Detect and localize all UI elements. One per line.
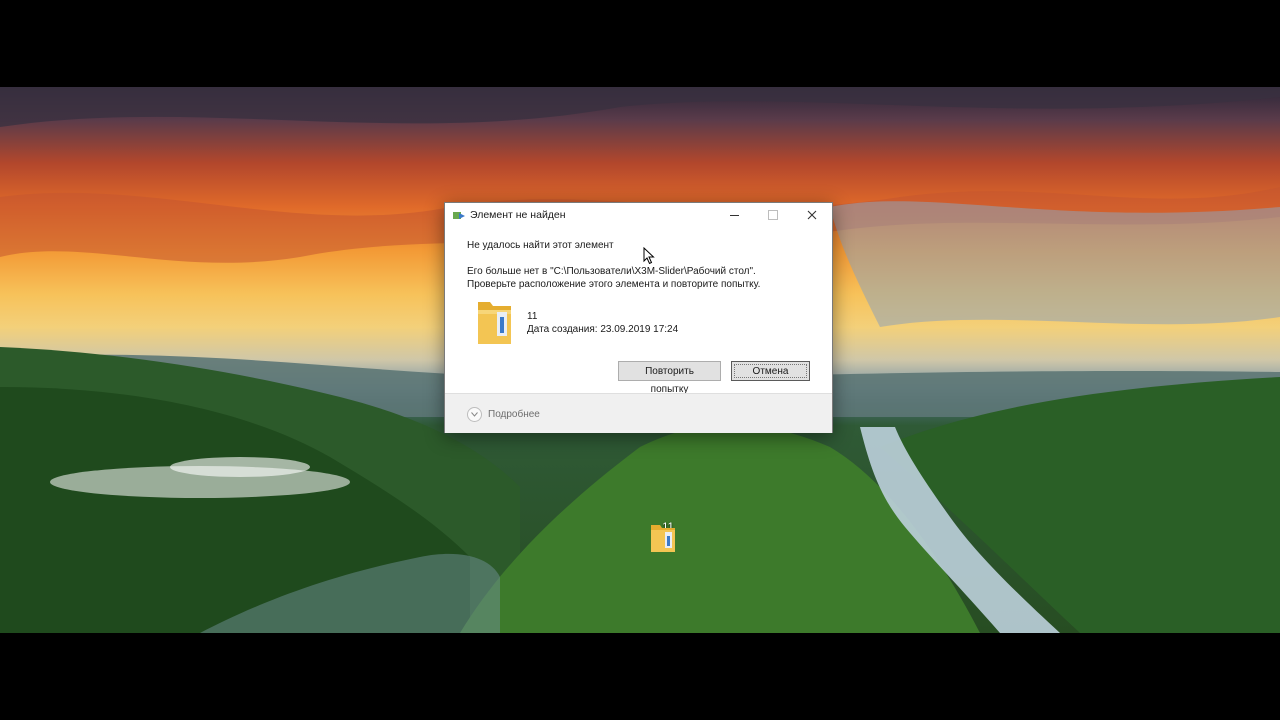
minimize-button[interactable] — [715, 203, 753, 227]
desktop-folder-shortcut[interactable]: 11 — [648, 521, 688, 552]
item-created-date: Дата создания: 23.09.2019 17:24 — [527, 324, 679, 335]
dialog-title: Элемент не найден — [470, 209, 566, 221]
focus-rectangle — [734, 364, 807, 378]
folder-icon — [478, 302, 511, 344]
expand-details-button[interactable] — [467, 407, 482, 422]
chevron-down-icon — [471, 412, 478, 417]
minimize-icon — [729, 214, 739, 216]
maximize-icon — [768, 210, 778, 220]
message-line-2: Проверьте расположение этого элемента и … — [467, 279, 761, 290]
details-label[interactable]: Подробнее — [488, 409, 540, 420]
title-bar[interactable]: Элемент не найден — [445, 203, 832, 229]
item-not-found-dialog: Элемент не найден Не удалось найти этот … — [444, 202, 833, 433]
mouse-cursor-icon — [643, 247, 655, 265]
close-button[interactable] — [793, 203, 831, 227]
cancel-button[interactable]: Отмена — [731, 361, 810, 381]
retry-button[interactable]: Повторить попытку — [618, 361, 721, 395]
folder-icon — [651, 525, 675, 552]
move-file-icon — [453, 212, 465, 219]
close-icon — [807, 210, 817, 220]
dialog-headline: Не удалось найти этот элемент — [467, 240, 614, 251]
dialog-footer: Подробнее — [445, 393, 832, 433]
item-name: 11 — [527, 311, 538, 322]
maximize-button — [754, 203, 792, 227]
message-line-1: Его больше нет в "C:\Пользователи\X3M-Sl… — [467, 266, 756, 277]
